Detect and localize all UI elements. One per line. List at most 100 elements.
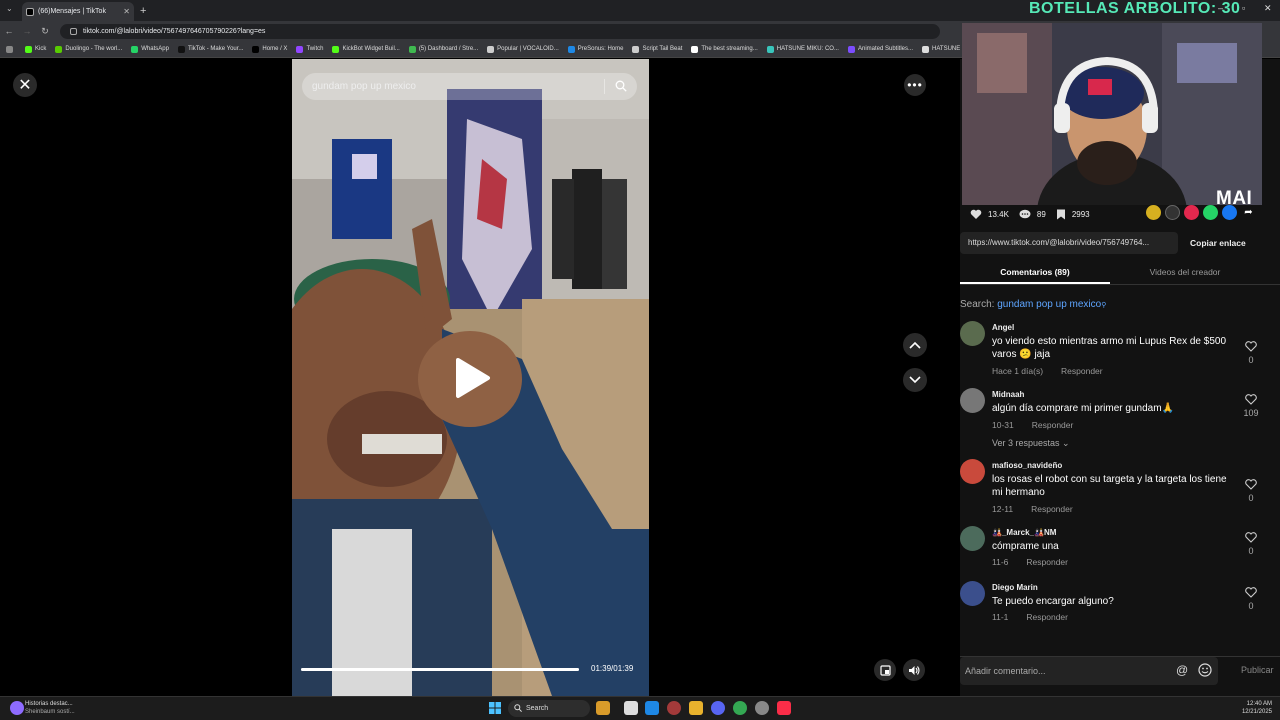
video-search-box[interactable]: gundam pop up mexico (302, 73, 637, 100)
mention-icon[interactable]: @ (1176, 663, 1188, 677)
clock-time: 12:40 AM (1246, 701, 1272, 707)
bookmark-item[interactable]: TikTok - Make Your... (177, 45, 243, 53)
comment-author[interactable]: Diego Marin (992, 583, 1038, 592)
view-replies-button[interactable]: Ver 3 respuestas ⌄ (992, 438, 1070, 449)
file-explorer-icon[interactable] (689, 701, 703, 715)
close-video-button[interactable]: ✕ (13, 73, 37, 97)
panel-tabs: Comentarios (89) Videos del creador (960, 263, 1280, 285)
comment-stat[interactable]: 89 (1019, 209, 1046, 220)
next-video-button[interactable] (903, 368, 927, 392)
comment-author[interactable]: Angel (992, 323, 1014, 332)
site-info-icon[interactable] (70, 27, 77, 35)
bookmark-item[interactable]: KickBot Widget Buil... (332, 45, 400, 53)
reply-button[interactable]: Responder (1031, 504, 1073, 514)
apps-icon[interactable] (6, 45, 16, 53)
avatar[interactable] (960, 321, 985, 346)
heart-outline-icon[interactable] (1244, 587, 1258, 598)
taskbar-search[interactable]: Search (508, 700, 590, 717)
task-view-icon[interactable] (624, 701, 638, 715)
comment-count: 89 (1036, 209, 1046, 219)
bookmark-item[interactable]: Popular | VOCALOID... (487, 45, 559, 53)
comment-item: mafioso_navideño los rosas el robot con s… (960, 459, 1280, 518)
forward-icon[interactable]: → (18, 26, 36, 36)
edge-app-icon[interactable] (645, 701, 659, 715)
more-options-button[interactable]: ••• (904, 74, 926, 96)
search-suggestion[interactable]: Search: gundam pop up mexico⚲ (960, 299, 1106, 310)
share-arrow-icon[interactable]: ➦ (1241, 205, 1256, 220)
save-stat[interactable]: 2993 (1056, 209, 1090, 220)
search-icon[interactable] (615, 80, 627, 92)
avatar[interactable] (960, 459, 985, 484)
bookmark-item[interactable]: HATSUNE M (922, 45, 967, 53)
bookmark-item[interactable]: Home / X (252, 45, 287, 53)
music-app-icon[interactable] (777, 701, 791, 715)
like-stat[interactable]: 13.4K (970, 209, 1009, 220)
play-icon[interactable] (452, 356, 492, 400)
new-tab-icon[interactable]: + (140, 5, 146, 17)
search-suggestion-query[interactable]: gundam pop up mexico (997, 299, 1101, 310)
bookmark-item[interactable]: Twitch (296, 45, 323, 53)
reload-icon[interactable]: ↻ (36, 26, 54, 37)
opera-app-icon[interactable] (667, 701, 681, 715)
heart-outline-icon[interactable] (1244, 532, 1258, 543)
tab-comments[interactable]: Comentarios (89) (960, 263, 1110, 284)
heart-outline-icon[interactable] (1244, 341, 1258, 352)
picture-in-picture-button[interactable] (874, 659, 896, 681)
reply-button[interactable]: Responder (1061, 366, 1103, 376)
volume-button[interactable] (903, 659, 925, 681)
video-progress-fill (301, 668, 579, 671)
bookmark-label: HATSUNE MIKU: CO... (776, 46, 839, 52)
chrome-app-icon[interactable] (733, 701, 747, 715)
comment-icon (1019, 209, 1031, 218)
settings-app-icon[interactable] (755, 701, 769, 715)
video-player[interactable]: gundam pop up mexico 01:39/01:39 (292, 59, 649, 696)
windows-start-icon[interactable] (489, 702, 501, 714)
video-link-field[interactable]: https://www.tiktok.com/@lalobri/video/75… (960, 232, 1178, 254)
comment-author[interactable]: Midnaah (992, 390, 1024, 399)
facebook-icon[interactable] (1222, 205, 1237, 220)
bookmark-item[interactable]: PreSonus: Home (567, 45, 623, 53)
avatar[interactable] (960, 388, 985, 413)
comment-author[interactable]: mafioso_navideño (992, 461, 1062, 470)
browser-tab[interactable]: (66)Mensajes | TikTok ✕ (22, 2, 134, 21)
reply-button[interactable]: Responder (1026, 557, 1068, 567)
window-close-icon[interactable]: ✕ (1264, 3, 1272, 14)
bookmark-item[interactable]: Duolingo - The worl... (55, 45, 122, 53)
tab-close-icon[interactable]: ✕ (123, 7, 130, 16)
copy-link-button[interactable]: Copiar enlace (1190, 238, 1246, 248)
widgets-app-icon[interactable] (596, 701, 610, 715)
taskbar-search-text: Search (526, 705, 549, 712)
tab-list-icon[interactable]: ⌄ (6, 4, 13, 13)
comment-date: 11-1 (992, 612, 1009, 622)
repost-icon[interactable] (1184, 205, 1199, 220)
embed-icon[interactable] (1165, 205, 1180, 220)
avatar[interactable] (960, 581, 985, 606)
bookmark-item[interactable]: Animated Subtitles... (847, 45, 913, 53)
emoji-icon[interactable] (1198, 663, 1212, 677)
previous-video-button[interactable] (903, 333, 927, 357)
system-clock[interactable]: 12:40 AM 12/21/2025 (1236, 700, 1272, 716)
maximize-icon[interactable]: ▫ (1242, 3, 1245, 13)
url-field[interactable]: tiktok.com/@lalobri/video/75674976467057… (60, 23, 940, 39)
bookmark-item[interactable]: WhatsApp (131, 45, 169, 53)
heart-outline-icon[interactable] (1244, 479, 1258, 490)
tab-creator-videos[interactable]: Videos del creador (1110, 263, 1260, 284)
comment-author[interactable]: 🎎_Marck_🎎NM (992, 528, 1056, 537)
bookmark-item[interactable]: The best streaming... (691, 45, 758, 53)
bookmark-item[interactable]: Kick (25, 45, 46, 53)
video-progress-bar[interactable] (301, 668, 579, 671)
bookmark-favicon-icon (922, 45, 930, 53)
reply-button[interactable]: Responder (1026, 612, 1068, 622)
heart-outline-icon[interactable] (1244, 394, 1258, 405)
coin-share-icon[interactable] (1146, 205, 1161, 220)
bookmark-item[interactable]: HATSUNE MIKU: CO... (766, 45, 839, 53)
comments-list: Angel yo viendo esto mientras armo mi Lup… (960, 321, 1280, 641)
discord-app-icon[interactable] (711, 701, 725, 715)
bookmark-item[interactable]: (5) Dashboard / Stre... (408, 45, 478, 53)
avatar[interactable] (960, 526, 985, 551)
back-icon[interactable]: ← (0, 26, 18, 36)
bookmark-item[interactable]: Script Tail Beat (632, 45, 682, 53)
publish-button[interactable]: Publicar (1241, 665, 1274, 675)
reply-button[interactable]: Responder (1032, 420, 1074, 430)
whatsapp-icon[interactable] (1203, 205, 1218, 220)
